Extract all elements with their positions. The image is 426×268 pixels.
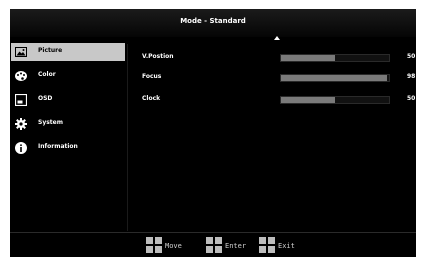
setting-label: Focus (142, 73, 162, 80)
sidebar: Picture Color OSD System Information (10, 43, 126, 231)
sidebar-item-color[interactable]: Color (11, 67, 125, 85)
slider-fill (281, 55, 335, 61)
sidebar-item-system[interactable]: System (11, 115, 125, 133)
sidebar-item-label: Color (38, 71, 56, 78)
exit-key-icon (259, 237, 275, 253)
move-label: Move (165, 242, 182, 250)
footer-key-hints: Move Enter Exit (10, 233, 416, 257)
exit-label: Exit (278, 242, 295, 250)
setting-label: V.Postion (142, 53, 174, 60)
sidebar-item-picture[interactable]: Picture (11, 43, 125, 61)
gear-icon (15, 118, 27, 130)
setting-row-focus[interactable]: Focus 98 (142, 72, 416, 84)
setting-label: Clock (142, 95, 161, 102)
v-position-slider[interactable] (280, 54, 390, 62)
info-icon (15, 142, 27, 154)
sidebar-item-label: Picture (38, 47, 63, 54)
setting-row-v-position[interactable]: V.Postion 50 (142, 52, 416, 64)
sidebar-item-information[interactable]: Information (11, 139, 125, 157)
osd-menu: Mode - Standard Picture Color OSD System… (10, 9, 416, 257)
mode-title: Mode - Standard (180, 17, 246, 25)
color-palette-icon (15, 71, 27, 81)
divider (127, 44, 128, 231)
title-bar: Mode - Standard (10, 9, 416, 37)
sidebar-item-label: Information (38, 143, 78, 150)
slider-fill (281, 97, 335, 103)
setting-row-clock[interactable]: Clock 50 (142, 94, 416, 106)
picture-icon (15, 47, 27, 57)
focus-slider[interactable] (280, 74, 390, 82)
sidebar-item-label: OSD (38, 95, 53, 102)
slider-fill (281, 75, 387, 81)
sidebar-item-osd[interactable]: OSD (11, 91, 125, 109)
osd-icon (15, 94, 27, 106)
setting-value: 50 (407, 95, 416, 102)
setting-value: 98 (407, 73, 416, 80)
sidebar-item-label: System (38, 119, 63, 126)
move-key-icon (146, 237, 162, 253)
clock-slider[interactable] (280, 96, 390, 104)
setting-value: 50 (407, 53, 416, 60)
enter-key-icon (206, 237, 222, 253)
enter-label: Enter (225, 242, 247, 250)
scroll-up-arrow-icon[interactable] (274, 36, 280, 40)
